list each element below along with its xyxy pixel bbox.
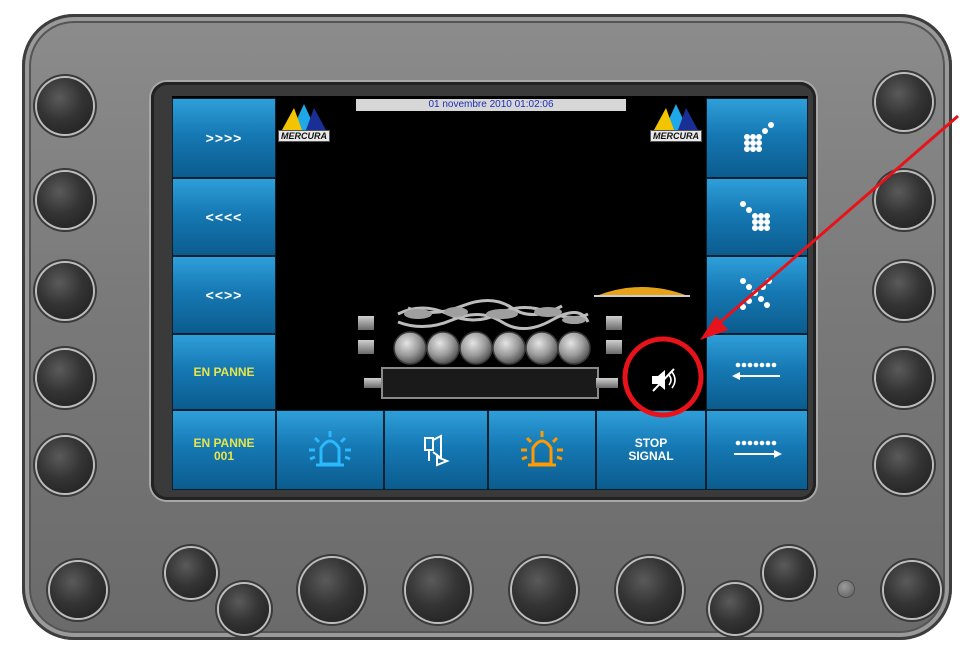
- annotation-arrow-line: [717, 114, 959, 326]
- annotation-overlay: [622, 114, 959, 418]
- annotation-circle: [622, 336, 704, 418]
